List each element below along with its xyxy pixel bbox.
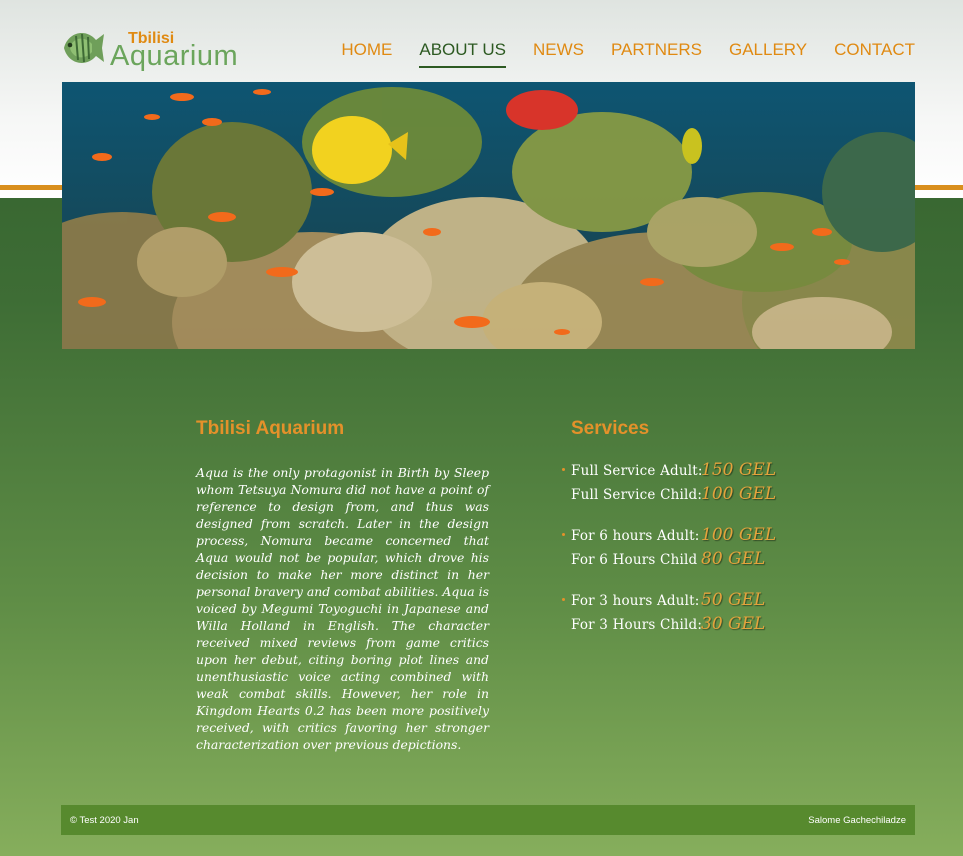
nav-contact[interactable]: CONTACT	[834, 40, 915, 68]
nav-partners[interactable]: PARTNERS	[611, 40, 702, 68]
service-row: Full Service Adult: 150 GEL	[562, 460, 831, 484]
about-title: Tbilisi Aquarium	[196, 418, 345, 439]
nav-news[interactable]: NEWS	[533, 40, 584, 68]
nav-gallery[interactable]: GALLERY	[729, 40, 807, 68]
about-body: Aqua is the only protagonist in Birth by…	[196, 465, 489, 752]
service-label: For 6 Hours Child	[571, 552, 698, 568]
service-price: 100 GEL	[701, 525, 777, 545]
service-row: For 6 hours Adult: 100 GEL	[562, 525, 831, 549]
service-price: 100 GEL	[701, 484, 777, 504]
nav-home[interactable]: HOME	[341, 40, 392, 68]
service-row: For 3 hours Adult: 50 GEL	[562, 590, 831, 614]
services-list: Full Service Adult: 150 GEL Full Service…	[562, 460, 831, 638]
nav-about-us[interactable]: ABOUT US	[419, 40, 506, 68]
service-price: 80 GEL	[701, 549, 766, 569]
about-section: Tbilisi Aquarium Aqua is the only protag…	[196, 418, 489, 753]
service-label: Full Service Child:	[571, 487, 703, 503]
footer: © Test 2020 Jan Salome Gachechiladze	[61, 805, 915, 835]
bullet-icon	[562, 468, 565, 471]
main-nav: HOME ABOUT US NEWS PARTNERS GALLERY CONT…	[341, 40, 915, 68]
hero-coral-reef-image	[62, 82, 915, 349]
footer-author: Salome Gachechiladze	[808, 814, 906, 826]
service-price: 30 GEL	[701, 614, 766, 634]
service-label: For 6 hours Adult:	[571, 528, 700, 544]
fish-icon	[64, 33, 104, 63]
service-row: For 3 Hours Child: 30 GEL	[571, 614, 831, 638]
logo-text-big: Aquarium	[110, 40, 239, 72]
site-logo[interactable]: Tbilisi Aquarium	[60, 24, 250, 76]
service-row: Full Service Child: 100 GEL	[571, 484, 831, 508]
service-group: Full Service Adult: 150 GEL Full Service…	[562, 460, 831, 508]
bullet-icon	[562, 598, 565, 601]
services-section: Services Full Service Adult: 150 GEL Ful…	[562, 418, 831, 655]
service-group: For 3 hours Adult: 50 GEL For 3 Hours Ch…	[562, 590, 831, 638]
service-price: 150 GEL	[701, 460, 777, 480]
service-label: For 3 hours Adult:	[571, 593, 700, 609]
service-price: 50 GEL	[701, 590, 766, 610]
service-row: For 6 Hours Child 80 GEL	[571, 549, 831, 573]
services-title: Services	[571, 418, 650, 439]
service-group: For 6 hours Adult: 100 GEL For 6 Hours C…	[562, 525, 831, 573]
service-label: Full Service Adult:	[571, 463, 703, 479]
footer-copyright: © Test 2020 Jan	[70, 814, 139, 826]
bullet-icon	[562, 533, 565, 536]
header-accent-line-left	[0, 185, 63, 190]
header-accent-line-right	[915, 185, 963, 190]
service-label: For 3 Hours Child:	[571, 617, 703, 633]
